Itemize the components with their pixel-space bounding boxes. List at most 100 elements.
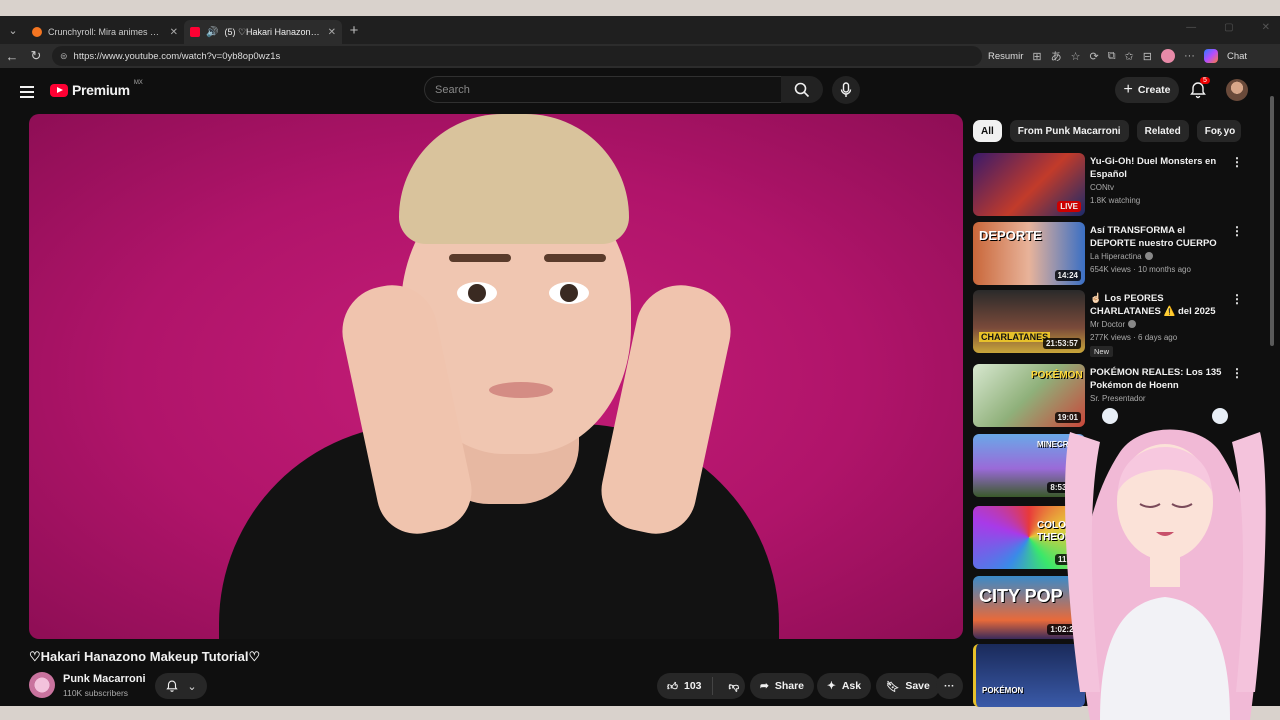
more-vertical-icon[interactable]: ⋮ <box>1231 292 1243 306</box>
recommendation-title[interactable]: POKÉMON REALES: Los 135 Pokémon de Hoenn… <box>1090 366 1232 392</box>
tab-youtube[interactable]: 🔊 (5) ♡Hakari Hanazono Makeup ✕ <box>184 20 342 44</box>
url-text: https://www.youtube.com/watch?v=0yb8op0w… <box>73 50 281 62</box>
chevron-right-icon[interactable]: › <box>1218 124 1223 140</box>
search-button[interactable] <box>781 76 823 103</box>
video-player[interactable] <box>29 114 963 639</box>
logo-region: MX <box>133 80 143 86</box>
recommendation-item[interactable]: DEPORTE 14:24 Así TRANSFORMA el DEPORTE … <box>973 222 1263 286</box>
chip-from-channel[interactable]: From Punk Macarroni <box>1009 120 1129 142</box>
speaker-icon[interactable]: 🔊 <box>206 27 218 38</box>
recommendation-item[interactable]: LIVE Yu-Gi-Oh! Duel Monsters en Español … <box>973 153 1263 217</box>
site-info-icon[interactable]: ⊜ <box>60 51 68 62</box>
ask-button[interactable]: ✦ Ask <box>817 673 872 699</box>
ask-label: Ask <box>841 680 862 692</box>
recommendation-channel[interactable]: CONtv <box>1090 183 1114 192</box>
account-avatar[interactable] <box>1226 79 1248 101</box>
close-window-icon[interactable]: ✕ <box>1262 22 1270 33</box>
voice-search-button[interactable] <box>832 76 860 104</box>
share-label: Share <box>774 680 804 692</box>
like-dislike-bar: 👍︎ 103 👎︎ <box>657 673 745 699</box>
back-icon[interactable]: ← <box>0 49 24 64</box>
more-actions-button[interactable]: ··· <box>936 673 963 699</box>
more-horizontal-icon: ··· <box>944 680 955 692</box>
address-bar-row: ← ↻ ⊜ https://www.youtube.com/watch?v=0y… <box>0 44 1280 68</box>
video-thumbnail[interactable]: CHARLATANES 21:53:57 <box>973 290 1085 353</box>
search-input[interactable]: Search <box>424 76 782 103</box>
recommendation-title[interactable]: ☝🏻 Los PEORES CHARLATANES ⚠️ del 2025 ex… <box>1090 292 1232 318</box>
recommendation-meta: 1.8K watching <box>1090 196 1141 205</box>
chat-button[interactable]: Chat <box>1227 51 1247 62</box>
maximize-icon[interactable]: ▢ <box>1224 22 1233 33</box>
recommendation-item[interactable]: CHARLATANES 21:53:57 ☝🏻 Los PEORES CHARL… <box>973 290 1263 357</box>
tab-close-icon[interactable]: ✕ <box>328 27 336 38</box>
url-field[interactable]: ⊜ https://www.youtube.com/watch?v=0yb8op… <box>52 46 982 66</box>
profile-avatar-icon[interactable] <box>1160 49 1175 63</box>
more-vertical-icon[interactable]: ⋮ <box>1231 366 1243 380</box>
split-screen-icon[interactable]: ⧉ <box>1108 50 1116 63</box>
minimize-icon[interactable]: — <box>1186 22 1196 33</box>
dislike-button[interactable]: 👎︎ <box>719 680 750 693</box>
youtube-logo[interactable]: Premium MX <box>50 80 143 98</box>
menu-icon[interactable] <box>20 86 34 98</box>
subscription-bell-button[interactable]: ⌄ <box>155 673 207 699</box>
youtube-header: Premium MX Search + Create 5 <box>0 72 1268 116</box>
tab-title: (5) ♡Hakari Hanazono Makeup <box>224 26 321 37</box>
recommendation-channel[interactable]: Mr Doctor <box>1090 320 1137 329</box>
plus-icon: + <box>1123 81 1133 98</box>
live-badge: LIVE <box>1057 201 1081 212</box>
like-button[interactable]: 👍︎ 103 <box>657 677 713 695</box>
search-placeholder: Search <box>435 83 470 96</box>
share-icon: ➦ <box>760 680 769 692</box>
tab-list-chevron-icon[interactable]: ⌄ <box>0 16 26 44</box>
more-menu-icon[interactable]: ··· <box>1184 50 1195 62</box>
chip-related[interactable]: Related <box>1136 120 1189 142</box>
copilot-icon[interactable] <box>1203 49 1218 63</box>
save-button[interactable]: 🔖︎ Save <box>876 673 940 699</box>
microphone-icon <box>840 82 852 97</box>
chip-all[interactable]: All <box>973 120 1002 142</box>
share-button[interactable]: ➦ Share <box>750 673 814 699</box>
duration-badge: 21:53:57 <box>1042 338 1081 349</box>
recommendation-title[interactable]: Yu-Gi-Oh! Duel Monsters en Español <box>1090 155 1232 181</box>
summarize-button[interactable]: Resumir <box>988 51 1023 62</box>
search-icon <box>794 82 810 97</box>
video-thumbnail[interactable]: DEPORTE 14:24 <box>973 222 1085 285</box>
video-thumbnail[interactable]: LIVE <box>973 153 1085 216</box>
favorite-star-icon[interactable]: ☆ <box>1071 50 1081 63</box>
channel-avatar[interactable] <box>29 672 55 698</box>
crunchyroll-favicon-icon <box>32 27 42 37</box>
new-badge: New <box>1090 346 1114 357</box>
create-button[interactable]: + Create <box>1115 77 1179 103</box>
more-vertical-icon[interactable]: ⋮ <box>1231 224 1243 238</box>
new-tab-button[interactable]: + <box>342 22 366 39</box>
scrollbar-thumb[interactable] <box>1270 96 1274 346</box>
reload-icon[interactable]: ↻ <box>24 48 48 64</box>
tab-title: Crunchyroll: Mira animes popular <box>48 27 164 37</box>
tab-crunchyroll[interactable]: Crunchyroll: Mira animes popular ✕ <box>26 20 184 44</box>
thumbnail-text: POKÉMON <box>982 686 1024 695</box>
create-label: Create <box>1137 84 1171 96</box>
duration-badge: 14:24 <box>1054 270 1081 281</box>
recommendation-title[interactable]: Así TRANSFORMA el DEPORTE nuestro CUERPO <box>1090 224 1232 250</box>
verified-icon <box>1128 320 1137 328</box>
logo-text: Premium <box>72 82 130 98</box>
vtuber-avatar-overlay <box>1065 408 1266 720</box>
notification-count-badge: 5 <box>1200 77 1210 84</box>
translate-icon[interactable]: あ <box>1051 48 1062 64</box>
tab-close-icon[interactable]: ✕ <box>170 27 178 38</box>
sparkle-icon: ✦ <box>827 680 836 692</box>
collections-icon[interactable]: ⊟ <box>1143 50 1152 63</box>
thumbnail-text: DEPORTE <box>979 228 1042 243</box>
immersive-reader-icon[interactable]: ⊞ <box>1032 50 1041 63</box>
extensions-icon[interactable]: ⟳ <box>1089 50 1098 63</box>
recommendation-meta: 277K views · 6 days ago <box>1090 333 1178 342</box>
more-vertical-icon[interactable]: ⋮ <box>1231 155 1243 169</box>
thumbnail-text: CITY POP <box>979 586 1063 606</box>
recommendation-channel[interactable]: La Hiperactina <box>1090 252 1153 261</box>
verified-icon <box>1144 252 1153 260</box>
favorites-icon[interactable]: ✩ <box>1125 50 1134 63</box>
channel-name[interactable]: Punk Macarroni <box>63 673 146 685</box>
video-title: ♡Hakari Hanazono Makeup Tutorial♡ <box>29 649 261 664</box>
video-frame-eye-left <box>457 282 497 304</box>
thumbnail-text: CHARLATANES <box>979 332 1051 342</box>
